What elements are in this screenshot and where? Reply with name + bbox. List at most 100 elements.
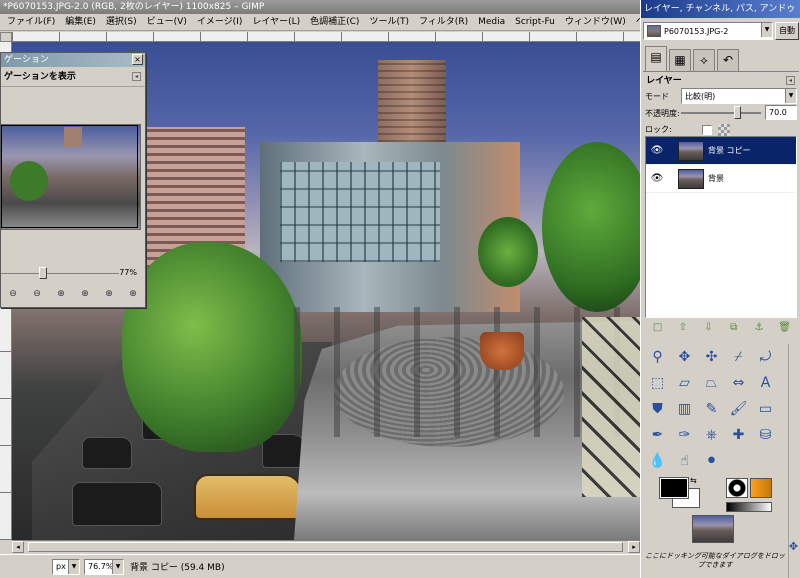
- opacity-label: 不透明度:: [645, 109, 680, 118]
- flip-icon[interactable]: ⇔: [725, 370, 752, 396]
- duplicate-layer-icon[interactable]: ⧉: [728, 322, 740, 334]
- dodge-burn-icon[interactable]: ⚫: [698, 448, 725, 474]
- horizontal-scrollbar[interactable]: ◂ ▸: [12, 540, 640, 553]
- pencil-icon[interactable]: ✎: [698, 396, 725, 422]
- crop-icon[interactable]: ⌿: [725, 344, 752, 370]
- menu-item[interactable]: ツール(T): [364, 14, 414, 30]
- tab-menu-icon[interactable]: ◂: [132, 72, 141, 81]
- smudge-icon[interactable]: ☝: [671, 448, 698, 474]
- foreground-color[interactable]: [659, 477, 689, 499]
- undo-icon[interactable]: ↶: [717, 49, 739, 71]
- heal-icon[interactable]: ✚: [725, 422, 752, 448]
- ruler-corner-button[interactable]: [0, 32, 12, 42]
- image-select-value: P6070153.JPG-2: [664, 26, 729, 36]
- opacity-slider[interactable]: [681, 112, 761, 114]
- tab-menu-icon[interactable]: ◂: [786, 76, 795, 85]
- clone-icon[interactable]: ⎈: [698, 422, 725, 448]
- menu-item[interactable]: 選択(S): [101, 14, 142, 30]
- raise-layer-icon[interactable]: ⇧: [677, 322, 689, 334]
- zoom-in-icon[interactable]: ⊕: [54, 287, 68, 301]
- layer-name[interactable]: 背景 コピー: [708, 145, 751, 156]
- zoom-out-icon[interactable]: ⊖: [6, 287, 20, 301]
- scroll-right-icon[interactable]: ▸: [628, 541, 640, 553]
- perspective-icon[interactable]: ⏢: [698, 370, 725, 396]
- eraser-icon[interactable]: ▭: [752, 396, 779, 422]
- menu-item[interactable]: ビュー(V): [142, 14, 192, 30]
- chevron-down-icon[interactable]: ▼: [761, 23, 772, 37]
- zoom-slider-thumb[interactable]: [39, 267, 48, 279]
- airbrush-icon[interactable]: ✒: [644, 422, 671, 448]
- layer-name[interactable]: 背景: [708, 173, 724, 184]
- blend-icon[interactable]: ▥: [671, 396, 698, 422]
- ink-icon[interactable]: ✑: [671, 422, 698, 448]
- menu-item[interactable]: 編集(E): [60, 14, 101, 30]
- toolbox: ⚲ ✥ ✣ ⌿ ⤾ ⬚ ▱ ⏢ ⇔ A ⛊ ▥ ✎ 🖌 ▭ ✒ ✑ ⎈ ✚ ⛁ 💧 ☝ ⚫: [644, 344, 780, 476]
- alpha-lock-icon: [717, 123, 730, 136]
- horizontal-scroll-thumb[interactable]: [28, 542, 623, 552]
- chevron-down-icon[interactable]: ▼: [68, 559, 79, 574]
- layer-row[interactable]: 👁 背景: [646, 165, 796, 193]
- new-layer-icon[interactable]: □: [652, 322, 664, 334]
- lower-layer-icon[interactable]: ⇩: [702, 322, 714, 334]
- zoom-in-icon[interactable]: ⊕: [126, 287, 140, 301]
- lattice-fence: [582, 317, 640, 497]
- unit-select[interactable]: px ▼: [52, 558, 80, 575]
- navigate-cross-icon[interactable]: ✥: [787, 540, 800, 554]
- opacity-slider-thumb[interactable]: [734, 106, 741, 119]
- eye-icon[interactable]: 👁: [646, 145, 668, 156]
- blur-icon[interactable]: 💧: [644, 448, 671, 474]
- opacity-input[interactable]: 70.0: [765, 105, 797, 120]
- menu-item[interactable]: イメージ(I): [192, 14, 248, 30]
- scroll-left-icon[interactable]: ◂: [12, 541, 24, 553]
- menu-item[interactable]: Media: [473, 14, 510, 30]
- scale-icon[interactable]: ⬚: [644, 370, 671, 396]
- paintbrush-icon[interactable]: 🖌: [725, 396, 752, 422]
- menu-item[interactable]: レイヤー(L): [247, 14, 305, 30]
- gradient-preview[interactable]: [726, 502, 772, 512]
- paths-icon[interactable]: ⟡: [693, 49, 715, 71]
- close-icon[interactable]: ×: [132, 54, 143, 65]
- channels-icon[interactable]: ▦: [669, 49, 691, 71]
- zoom-in-icon[interactable]: ⊕: [78, 287, 92, 301]
- move-icon[interactable]: ✥: [671, 344, 698, 370]
- dock-title[interactable]: レイヤー, チャンネル, パス, アンドゥ: [641, 0, 800, 18]
- auto-button[interactable]: 自動: [775, 22, 799, 40]
- image-select[interactable]: P6070153.JPG-2 ▼: [643, 22, 773, 40]
- anchor-layer-icon[interactable]: ⚓: [753, 322, 765, 334]
- shear-icon[interactable]: ▱: [671, 370, 698, 396]
- text-icon[interactable]: A: [752, 370, 779, 396]
- menu-item[interactable]: ウィンドウ(W): [560, 14, 631, 30]
- top-ruler[interactable]: [12, 32, 640, 42]
- mode-select[interactable]: 比較(明) ▼: [681, 88, 797, 104]
- zoom-in-icon[interactable]: ⊕: [102, 287, 116, 301]
- eye-icon[interactable]: 👁: [646, 173, 668, 184]
- navigation-preview[interactable]: [1, 121, 141, 285]
- zoom-out-icon[interactable]: ⊖: [30, 287, 44, 301]
- menu-item[interactable]: 色調補正(C): [305, 14, 364, 30]
- menu-item[interactable]: ファイル(F): [2, 14, 60, 30]
- menu-item[interactable]: ヘルプ(H): [631, 14, 640, 30]
- unit-value: px: [56, 562, 66, 571]
- menu-item[interactable]: フィルタ(R): [414, 14, 473, 30]
- fuzzy-select-icon[interactable]: ⚲: [644, 344, 671, 370]
- bucket-fill-icon[interactable]: ⛊: [644, 396, 671, 422]
- zoom-select[interactable]: 76.7% ▼: [84, 558, 124, 575]
- layers-icon[interactable]: ▤: [645, 46, 667, 71]
- perspective-clone-icon[interactable]: ⛁: [752, 422, 779, 448]
- chevron-down-icon[interactable]: ▼: [785, 89, 796, 103]
- navigation-view-rectangle[interactable]: [1, 125, 138, 228]
- active-image-preview[interactable]: [692, 515, 734, 543]
- chevron-down-icon[interactable]: ▼: [112, 559, 123, 574]
- navigate-corner-button[interactable]: [0, 540, 12, 554]
- menu-item[interactable]: Script-Fu: [510, 14, 560, 30]
- align-icon[interactable]: ✣: [698, 344, 725, 370]
- rotate-icon[interactable]: ⤾: [752, 344, 779, 370]
- swap-colors-icon[interactable]: ⇆: [690, 476, 697, 485]
- lock-alpha-checkbox[interactable]: [701, 124, 712, 135]
- pattern-preview[interactable]: [750, 478, 772, 498]
- brush-preview[interactable]: [726, 478, 748, 498]
- layer-row[interactable]: 👁 背景 コピー: [646, 137, 796, 165]
- zoom-slider-track[interactable]: [1, 273, 119, 274]
- delete-layer-icon[interactable]: 🗑: [778, 322, 791, 334]
- navigation-dialog-titlebar[interactable]: ゲーション ×: [1, 53, 145, 67]
